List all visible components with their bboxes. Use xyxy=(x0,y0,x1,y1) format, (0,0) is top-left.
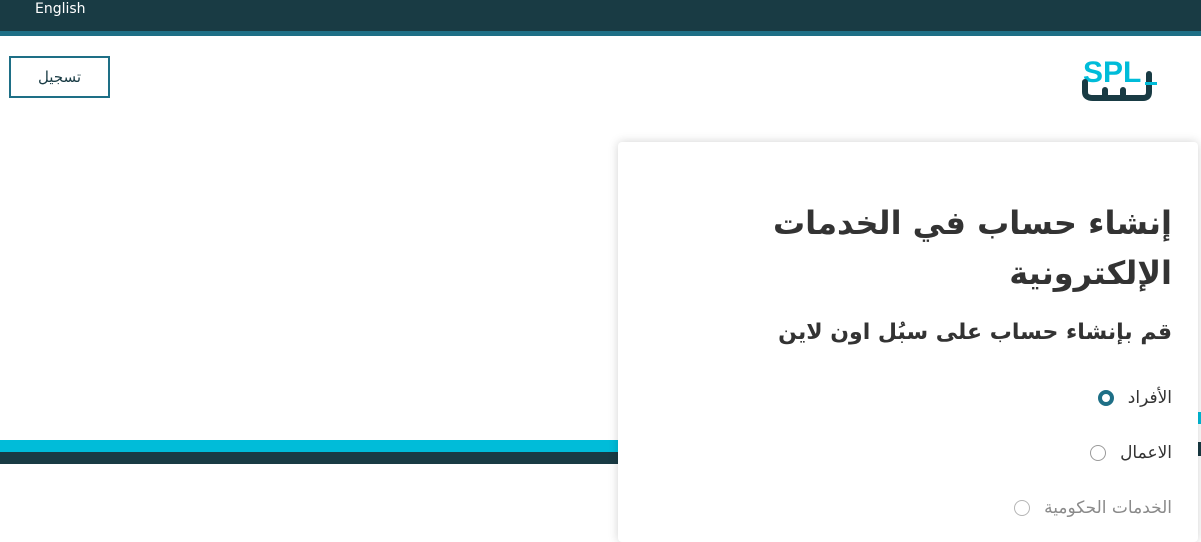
radio-button[interactable] xyxy=(1090,445,1107,461)
radio-button-disabled[interactable] xyxy=(1014,500,1031,516)
account-type-option-government[interactable]: الخدمات الحكومية xyxy=(1014,496,1172,520)
account-type-label: الاعمال xyxy=(1120,443,1172,463)
account-type-option-individuals[interactable]: الأفراد xyxy=(1097,386,1172,410)
account-type-label: الخدمات الحكومية xyxy=(1044,498,1172,518)
account-type-option-business[interactable]: الاعمال xyxy=(1090,441,1172,465)
page-title: إنشاء حساب في الخدمات الإلكترونية xyxy=(773,204,1172,292)
decorative-stripe-dark xyxy=(0,452,660,464)
spl-logo-icon: SPL xyxy=(1082,56,1157,101)
register-button[interactable]: تسجيل xyxy=(9,56,110,98)
signup-card: إنشاء حساب في الخدمات الإلكترونية قم بإن… xyxy=(618,142,1198,542)
language-switch-link[interactable]: English xyxy=(35,0,86,18)
radio-button-checked[interactable] xyxy=(1097,390,1114,406)
top-bar-accent-line xyxy=(0,31,1201,36)
account-type-label: الأفراد xyxy=(1127,388,1172,408)
top-bar xyxy=(0,0,1201,31)
svg-text:SPL: SPL xyxy=(1083,56,1141,89)
decorative-stripe-cyan xyxy=(0,440,660,452)
page-subtitle: قم بإنشاء حساب على سبُل اون لاين xyxy=(778,320,1172,345)
spl-logo[interactable]: SPL xyxy=(1079,52,1159,102)
